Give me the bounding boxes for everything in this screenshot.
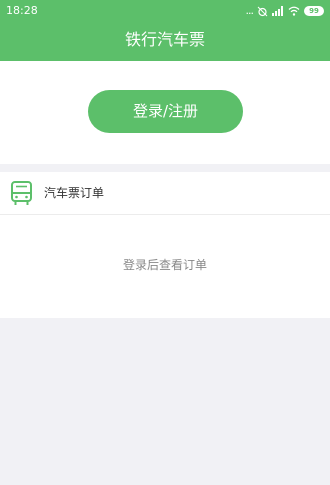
status-bar: 18:28 ... 99	[0, 0, 330, 22]
battery-icon: 99	[304, 6, 324, 16]
status-time: 18:28	[6, 4, 38, 17]
login-section: 登录/注册	[0, 61, 330, 164]
bus-icon	[10, 181, 33, 210]
status-icons: ... 99	[245, 0, 324, 22]
more-dots: ...	[245, 4, 254, 17]
wifi-icon	[288, 6, 300, 16]
bus-orders-section: 汽车票订单 登录后查看订单	[0, 172, 330, 318]
bus-orders-header[interactable]: 汽车票订单	[0, 172, 330, 215]
login-register-button[interactable]: 登录/注册	[88, 90, 243, 133]
orders-empty-message: 登录后查看订单	[122, 258, 207, 272]
bus-orders-title: 汽车票订单	[44, 186, 105, 200]
page-title: 铁行汽车票	[124, 30, 205, 49]
signal-icon	[272, 6, 284, 16]
title-bar: 铁行汽车票	[0, 22, 330, 61]
alarm-icon	[257, 6, 268, 17]
